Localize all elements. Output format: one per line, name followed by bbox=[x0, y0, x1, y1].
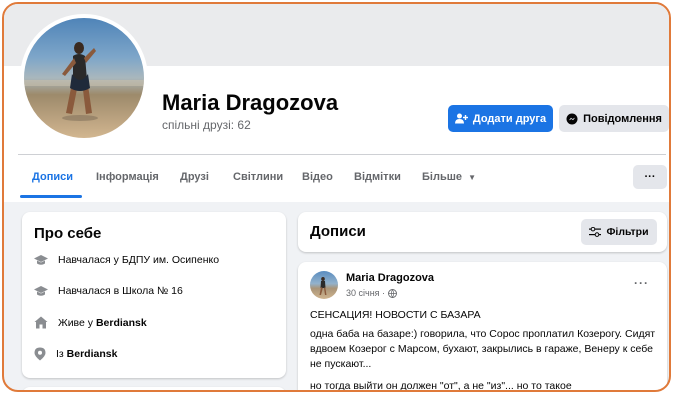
filter-sliders-icon bbox=[589, 227, 602, 237]
tab-videos[interactable]: Відео bbox=[302, 171, 333, 183]
post-avatar-photo bbox=[319, 277, 327, 295]
add-friend-icon bbox=[454, 113, 468, 124]
about-title: Про себе bbox=[34, 225, 102, 242]
about-item-prefix: Живе у bbox=[58, 316, 96, 329]
about-item-lives-in: Живе у Berdiansk bbox=[34, 316, 147, 329]
about-item-text: Із Berdiansk bbox=[56, 348, 117, 360]
post-date[interactable]: 30 січня · bbox=[346, 288, 385, 298]
profile-tabs: Дописи Інформація Друзі Світлини Відео В… bbox=[4, 155, 669, 199]
post-body-continued: но тогда выйти он должен "от", а не "из"… bbox=[310, 380, 572, 392]
tab-posts[interactable]: Дописи bbox=[32, 171, 73, 183]
active-tab-indicator bbox=[20, 195, 82, 198]
tab-friends[interactable]: Друзі bbox=[180, 171, 209, 183]
post-headline: СЕНСАЦИЯ! НОВОСТИ С БАЗАРА bbox=[310, 309, 481, 321]
tab-more-label: Більше bbox=[422, 171, 462, 183]
post-author-name[interactable]: Maria Dragozova bbox=[346, 272, 434, 284]
post-author-avatar[interactable] bbox=[310, 271, 338, 299]
tab-more[interactable]: Більше ▼ bbox=[422, 171, 476, 183]
about-item-text: Навчалася у БДПУ им. Осипенко bbox=[58, 254, 220, 266]
mutual-friends-count[interactable]: спільні друзі: 62 bbox=[162, 118, 251, 132]
more-options-button[interactable]: ··· bbox=[633, 165, 667, 189]
post-card: Maria Dragozova 30 січня · ··· СЕНСАЦИЯ!… bbox=[298, 262, 667, 392]
profile-name: Maria Dragozova bbox=[162, 90, 339, 115]
post-options-button[interactable]: ··· bbox=[634, 276, 649, 290]
home-icon bbox=[34, 316, 48, 329]
about-item-education-2: Навчалася в Школа № 16 bbox=[34, 285, 183, 297]
posts-title: Дописи bbox=[310, 223, 366, 240]
about-item-text: Живе у Berdiansk bbox=[58, 317, 147, 329]
posts-header-card: Дописи Фільтри bbox=[298, 212, 667, 252]
filters-label: Фільтри bbox=[606, 226, 649, 238]
post-body: одна баба на базаре:) говорила, что Соро… bbox=[310, 328, 656, 370]
tab-photos[interactable]: Світлини bbox=[233, 171, 283, 183]
post-meta: 30 січня · bbox=[346, 288, 397, 298]
location-pin-icon bbox=[34, 347, 46, 361]
tab-tags[interactable]: Відмітки bbox=[354, 171, 401, 183]
add-friend-button[interactable]: Додати друга bbox=[448, 105, 553, 132]
messenger-icon bbox=[566, 113, 578, 124]
graduation-cap-icon bbox=[34, 255, 48, 265]
about-item-city-link[interactable]: Berdiansk bbox=[96, 317, 147, 329]
globe-icon bbox=[388, 288, 397, 298]
about-item-text: Навчалася в Школа № 16 bbox=[58, 285, 183, 297]
graduation-cap-icon bbox=[34, 286, 48, 296]
caret-down-icon: ▼ bbox=[468, 173, 476, 182]
tab-info[interactable]: Інформація bbox=[96, 171, 159, 183]
about-item-prefix: Із bbox=[56, 348, 67, 360]
profile-page: Maria Dragozova спільні друзі: 62 Додати… bbox=[2, 2, 671, 392]
message-button[interactable]: Повідомлення bbox=[559, 105, 669, 132]
profile-avatar[interactable] bbox=[20, 14, 148, 142]
message-label: Повідомлення bbox=[583, 112, 662, 125]
about-item-from: Із Berdiansk bbox=[34, 347, 117, 361]
add-friend-label: Додати друга bbox=[472, 112, 547, 125]
next-card bbox=[22, 387, 286, 390]
filters-button[interactable]: Фільтри bbox=[581, 219, 657, 245]
avatar-photo bbox=[24, 42, 144, 121]
about-card: Про себе Навчалася у БДПУ им. Осипенко Н… bbox=[22, 212, 286, 378]
about-item-city-link[interactable]: Berdiansk bbox=[67, 348, 118, 360]
about-item-education-1: Навчалася у БДПУ им. Осипенко bbox=[34, 254, 219, 266]
